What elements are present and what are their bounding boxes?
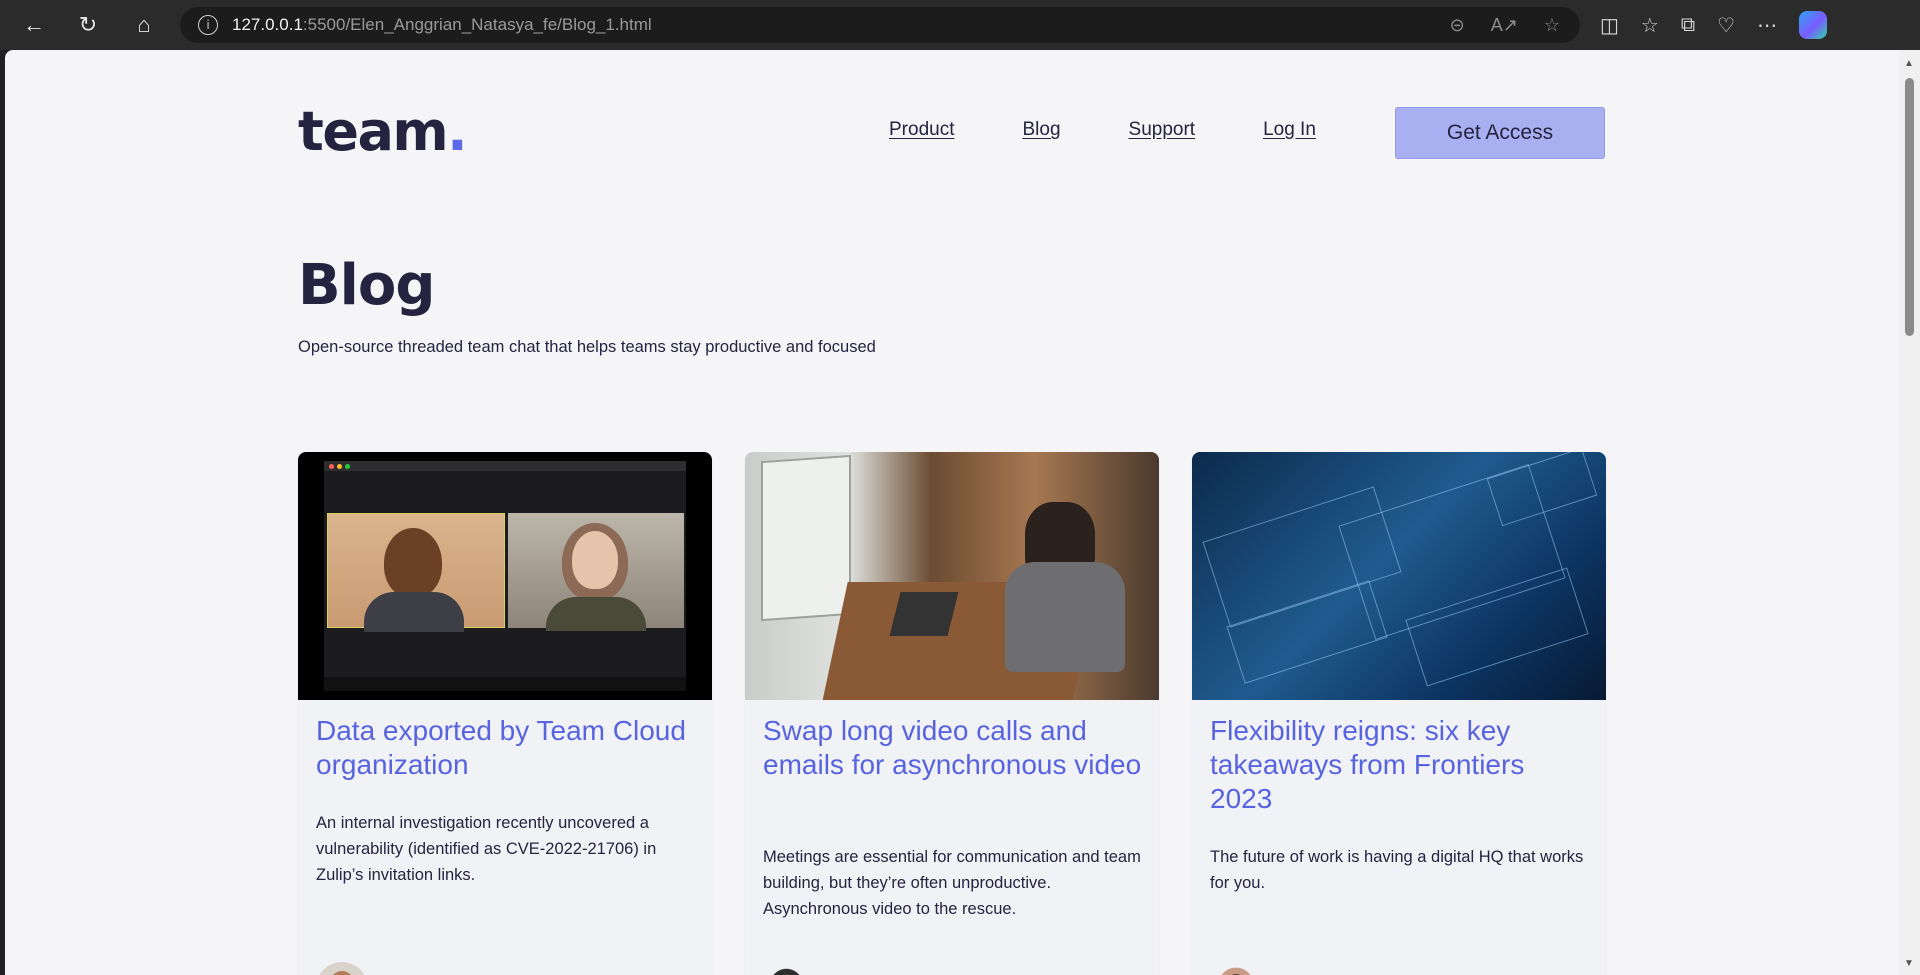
- refresh-icon[interactable]: ↻: [70, 7, 106, 43]
- nav-blog[interactable]: Blog: [1022, 119, 1060, 141]
- url-path: :5500/Elen_Anggrian_Natasya_fe/Blog_1.ht…: [302, 15, 652, 34]
- back-icon[interactable]: ←: [16, 7, 52, 43]
- collections-icon[interactable]: ⧉: [1681, 14, 1695, 37]
- split-screen-icon[interactable]: ◫: [1600, 13, 1619, 38]
- browser-toolbar: ← ↻ ⌂ i 127.0.0.1:5500/Elen_Anggrian_Nat…: [0, 0, 1920, 50]
- home-icon[interactable]: ⌂: [126, 7, 162, 43]
- info-icon[interactable]: i: [198, 15, 218, 35]
- address-bar[interactable]: i 127.0.0.1:5500/Elen_Anggrian_Natasya_f…: [180, 7, 1580, 43]
- page-viewport: team. Product Blog Support Log In Get Ac…: [5, 50, 1899, 975]
- blueprint-photo: [1192, 452, 1606, 700]
- post-title[interactable]: Data exported by Team Cloud organization: [316, 714, 696, 782]
- read-aloud-icon[interactable]: A↗: [1491, 15, 1518, 36]
- blog-card[interactable]: Data exported by Team Cloud organization…: [298, 452, 712, 975]
- scrollbar-thumb[interactable]: [1905, 78, 1914, 336]
- nav-support[interactable]: Support: [1129, 119, 1196, 141]
- post-excerpt: The future of work is having a digital H…: [1210, 848, 1584, 892]
- page-subtitle: Open-source threaded team chat that help…: [298, 338, 876, 356]
- zoom-out-icon[interactable]: ⊝: [1450, 15, 1465, 36]
- post-excerpt: An internal investigation recently uncov…: [316, 814, 657, 884]
- blog-card[interactable]: Flexibility reigns: six key takeaways fr…: [1192, 452, 1606, 975]
- more-menu-icon[interactable]: ⋯: [1757, 13, 1777, 38]
- blog-card[interactable]: Swap long video calls and emails for asy…: [745, 452, 1159, 975]
- favorites-icon[interactable]: ☆: [1641, 13, 1659, 38]
- site-header: team. Product Blog Support Log In Get Ac…: [298, 102, 1609, 162]
- nav-product[interactable]: Product: [889, 119, 954, 141]
- site-logo[interactable]: team.: [298, 100, 468, 163]
- author-avatar: [316, 962, 368, 975]
- favorite-star-icon[interactable]: ☆: [1544, 15, 1560, 36]
- page-scrollbar[interactable]: ▲ ▼: [1899, 50, 1920, 975]
- video-call-photo: [298, 452, 712, 700]
- scroll-down-icon[interactable]: ▼: [1904, 958, 1914, 969]
- author-avatar: [1210, 962, 1262, 975]
- post-excerpt: Meetings are essential for communication…: [763, 848, 1141, 918]
- scroll-up-icon[interactable]: ▲: [1904, 58, 1914, 69]
- url-host: 127.0.0.1: [232, 15, 303, 34]
- blog-cards: Data exported by Team Cloud organization…: [298, 452, 1606, 975]
- woman-laptop-photo: [745, 452, 1159, 700]
- page-title: Blog: [298, 253, 435, 318]
- copilot-icon[interactable]: [1799, 11, 1828, 39]
- logo-dot: .: [447, 100, 468, 163]
- get-access-button[interactable]: Get Access: [1395, 107, 1605, 159]
- logo-text: team: [298, 100, 449, 163]
- post-title[interactable]: Flexibility reigns: six key takeaways fr…: [1210, 714, 1590, 816]
- author-avatar: [763, 962, 815, 975]
- nav-login[interactable]: Log In: [1263, 119, 1316, 141]
- main-nav: Product Blog Support Log In: [889, 119, 1316, 141]
- health-icon[interactable]: ♡: [1717, 13, 1735, 38]
- post-title[interactable]: Swap long video calls and emails for asy…: [763, 714, 1143, 782]
